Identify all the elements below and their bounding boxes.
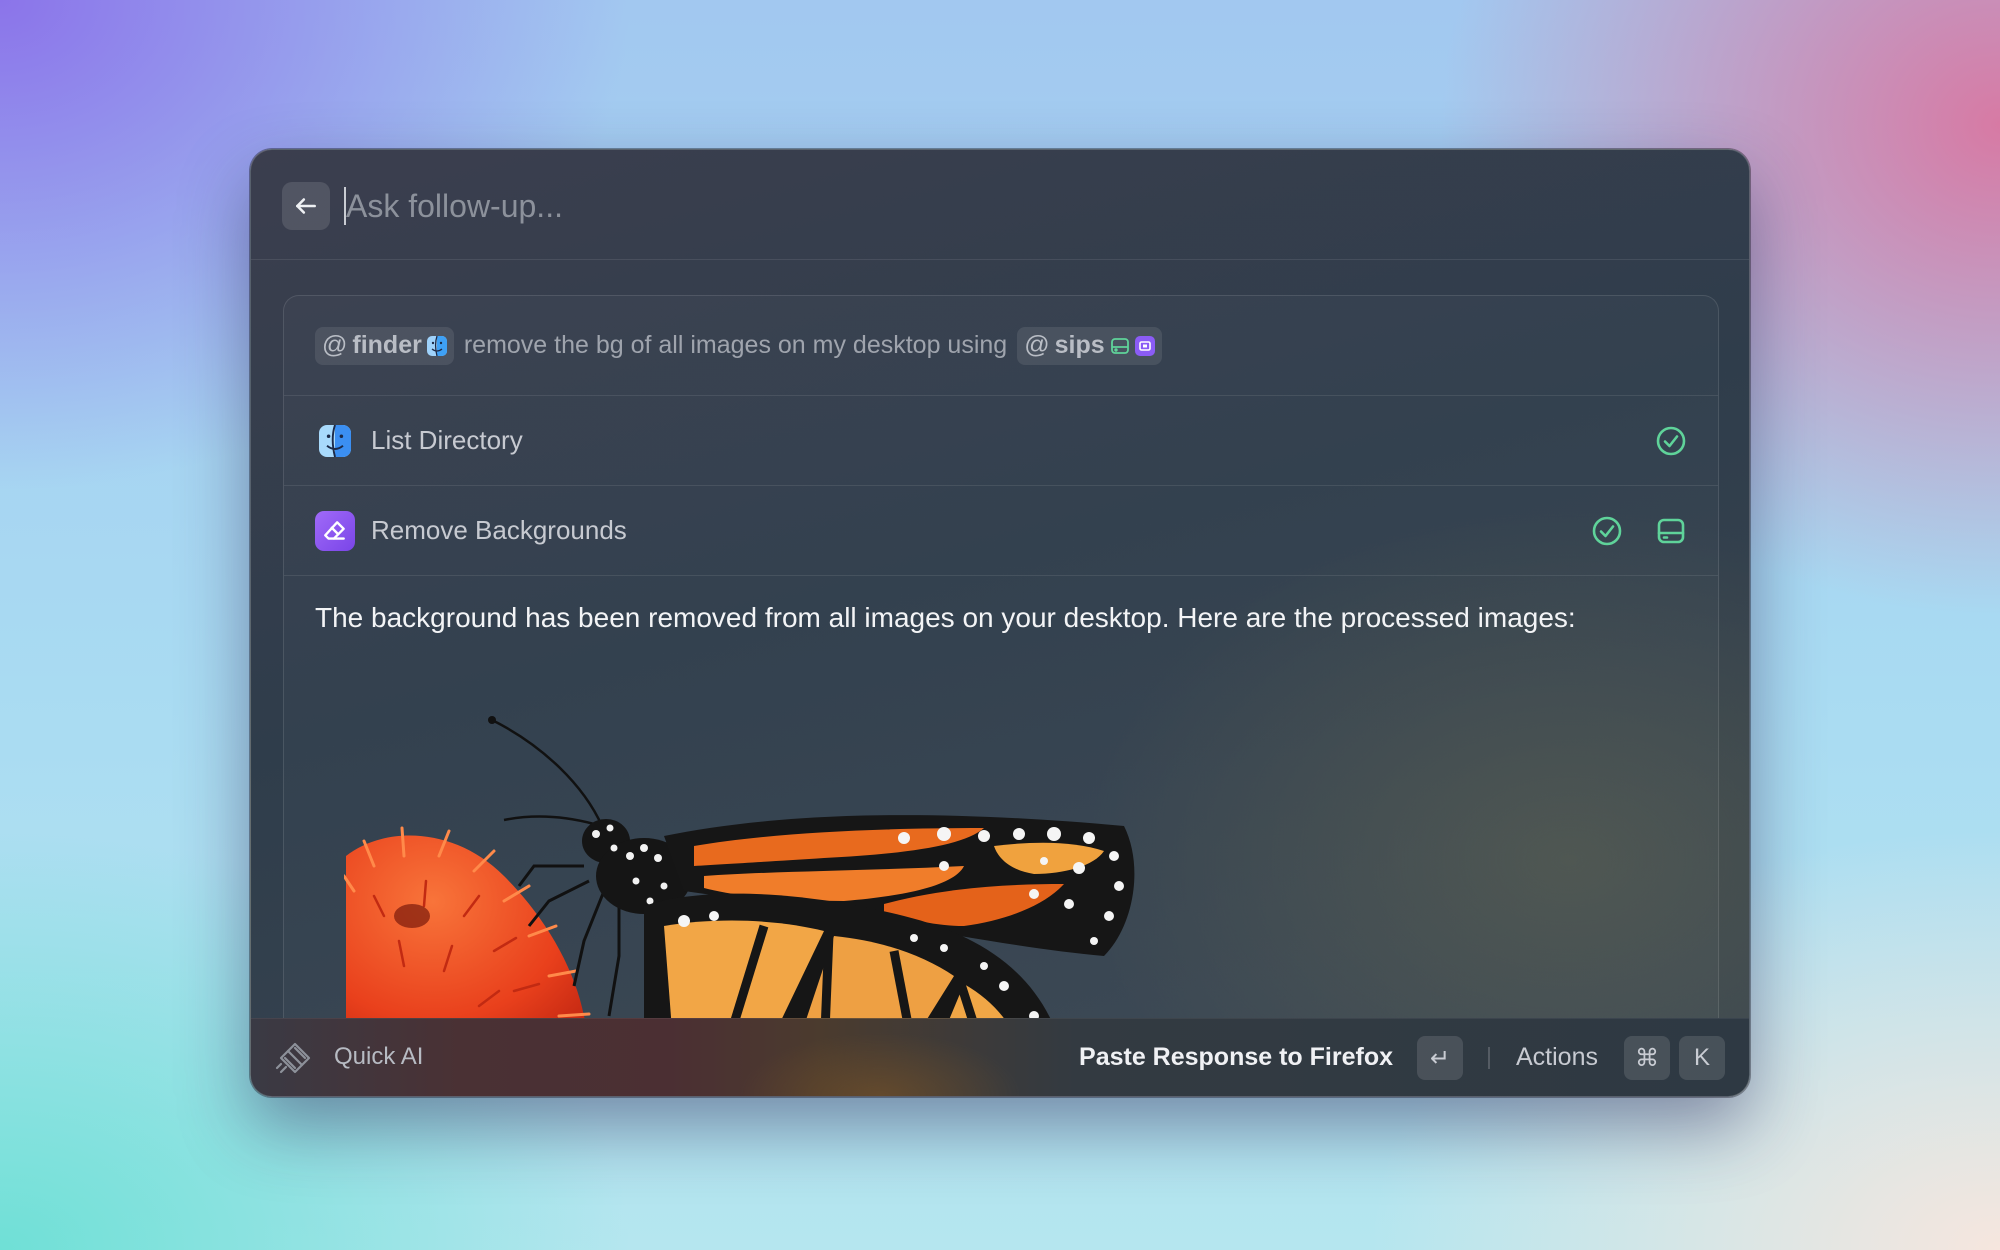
mention-finder[interactable]: @ finder <box>315 326 454 365</box>
tool-call-list-directory[interactable]: List Directory <box>284 396 1718 486</box>
conversation-card: @ finder remove the bg of all images on m… <box>283 295 1719 1096</box>
finder-icon <box>315 421 355 461</box>
mention-name: finder <box>352 331 422 359</box>
cmd-key-hint: ⌘ <box>1624 1036 1670 1080</box>
drive-icon <box>1655 515 1687 547</box>
follow-up-input[interactable] <box>346 178 1646 234</box>
actions-button[interactable]: Actions <box>1516 1043 1598 1072</box>
sips-icon <box>1134 335 1155 356</box>
quick-ai-window: @finder remove the bg of all images on m… <box>250 149 1750 1097</box>
mention-name: sips <box>1054 331 1105 359</box>
drive-icon <box>1110 336 1130 356</box>
finder-icon <box>426 335 447 356</box>
tool-label: List Directory <box>371 425 523 455</box>
butterfly-shape <box>488 716 1135 1058</box>
check-circle-icon <box>1655 425 1687 457</box>
prompt-text: remove the bg of all images on my deskto… <box>463 331 1008 359</box>
arrow-left-icon <box>296 198 316 214</box>
mention-at: @ <box>322 331 348 359</box>
assistant-response: The background has been removed from all… <box>284 576 1718 638</box>
tool-call-remove-backgrounds[interactable]: Remove Backgrounds <box>284 486 1718 576</box>
paste-response-button[interactable]: Paste Response to Firefox <box>1079 1043 1393 1072</box>
action-bar: Quick AI Paste Response to Firefox ↵ Act… <box>251 1018 1749 1096</box>
mention-at: @ <box>1024 331 1050 359</box>
response-text: The background has been removed from all… <box>315 602 1576 633</box>
enter-key-hint: ↵ <box>1417 1036 1463 1080</box>
mention-sips[interactable]: @ sips <box>1017 326 1162 365</box>
k-key-hint: K <box>1679 1036 1725 1080</box>
tool-label: Remove Backgrounds <box>371 515 627 545</box>
divider <box>1488 1047 1490 1069</box>
butterfly-on-flower-image <box>342 716 1164 1058</box>
quick-ai-icon <box>275 1038 315 1078</box>
app-name: Quick AI <box>334 1043 424 1070</box>
eraser-icon <box>315 510 355 551</box>
check-circle-icon <box>1591 515 1623 547</box>
back-button[interactable] <box>282 182 330 230</box>
user-prompt: @ finder remove the bg of all images on m… <box>284 296 1718 396</box>
header <box>251 150 1749 260</box>
